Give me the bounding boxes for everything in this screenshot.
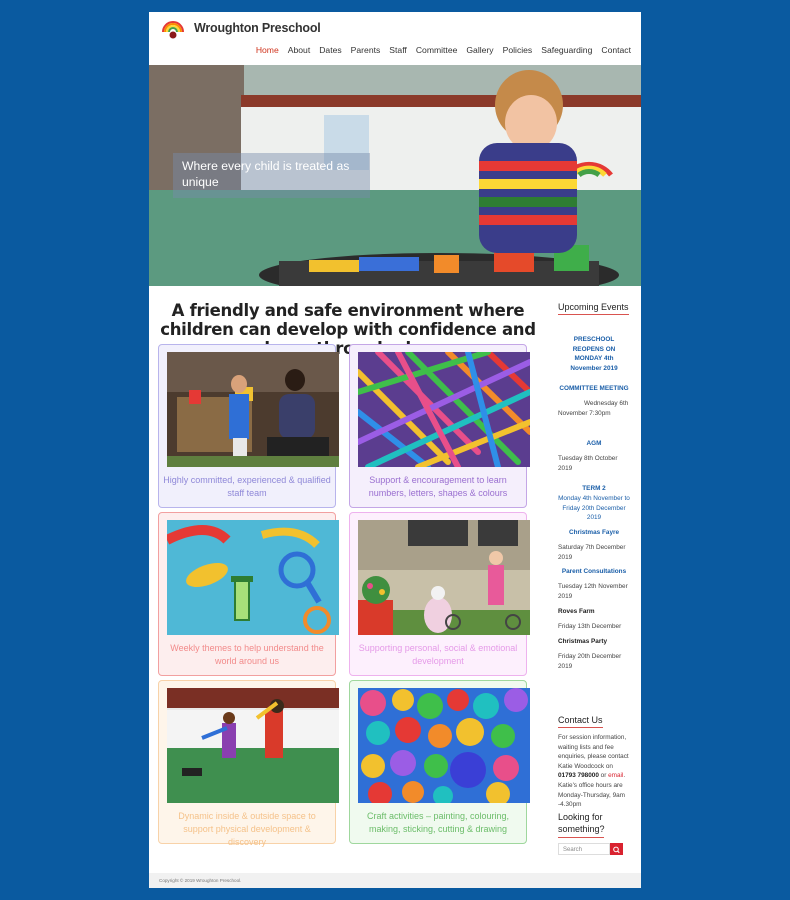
- event-title[interactable]: Roves Farm: [558, 607, 630, 617]
- nav-parents[interactable]: Parents: [351, 45, 381, 55]
- site-title[interactable]: Wroughton Preschool: [194, 21, 321, 35]
- search-heading: Looking for something?: [558, 811, 605, 838]
- event-date: Tuesday 8th October 2019: [558, 455, 618, 472]
- tile-photo-playground: [167, 688, 339, 803]
- feature-tile-staff[interactable]: Highly committed, experienced & qualifie…: [158, 344, 339, 508]
- page: Wroughton Preschool Home About Dates Par…: [149, 12, 641, 888]
- contact-heading: Contact Us: [558, 715, 603, 728]
- tile-caption: Dynamic inside & outside space to suppor…: [178, 811, 316, 847]
- event-title[interactable]: COMMITTEE MEETING: [558, 384, 630, 394]
- tile-caption: Supporting personal, social & emotional …: [358, 643, 518, 666]
- feature-tile-social[interactable]: Supporting personal, social & emotional …: [349, 512, 530, 676]
- event-title[interactable]: PRESCHOOL REOPENS ON MONDAY 4th November…: [558, 335, 630, 373]
- tile-caption: Weekly themes to help understand the wor…: [170, 643, 324, 666]
- hero-tagline: Where every child is treated as unique: [173, 153, 370, 198]
- tile-photo-magnifiers: [167, 520, 339, 635]
- event-date: Saturday 7th December 2019: [558, 544, 626, 561]
- event-date: Monday 4th November to Friday 20th Decem…: [558, 495, 630, 522]
- hero-slider[interactable]: Where every child is treated as unique: [149, 65, 641, 286]
- contact-text-part: or: [598, 772, 609, 780]
- nav-contact[interactable]: Contact: [601, 45, 631, 55]
- event-title[interactable]: AGM: [558, 439, 630, 449]
- footer: Copyright © 2019 Wroughton Preschool.: [149, 873, 641, 888]
- contact-text-part: For session information, waiting lists a…: [558, 734, 629, 770]
- contact-phone[interactable]: 01793 798000: [558, 772, 599, 779]
- nav-safeguarding[interactable]: Safeguarding: [541, 45, 592, 55]
- tile-photo-straws: [358, 352, 530, 467]
- tile-photo-buttons: [358, 688, 530, 803]
- contact-email-link[interactable]: email: [608, 772, 623, 779]
- event-date: Wednesday 6th November 7:30pm: [558, 400, 629, 417]
- nav-staff[interactable]: Staff: [389, 45, 407, 55]
- event-title[interactable]: Parent Consultations: [558, 567, 630, 577]
- search-icon: [613, 846, 620, 854]
- contact-text: For session information, waiting lists a…: [558, 733, 630, 810]
- tile-caption: Craft activities – painting, colouring, …: [366, 811, 510, 834]
- tile-photo-staff: [167, 352, 339, 467]
- main-nav: Home About Dates Parents Staff Committee…: [247, 45, 631, 55]
- feature-tile-physical[interactable]: Dynamic inside & outside space to suppor…: [158, 680, 339, 847]
- feature-tile-crafts[interactable]: Craft activities – painting, colouring, …: [349, 680, 530, 844]
- tile-photo-children-outside: [358, 520, 530, 635]
- event-title[interactable]: Christmas Fayre: [558, 528, 630, 538]
- upcoming-events-heading: Upcoming Events: [558, 302, 629, 315]
- nav-policies[interactable]: Policies: [503, 45, 533, 55]
- search-button[interactable]: [610, 843, 623, 855]
- nav-gallery[interactable]: Gallery: [466, 45, 493, 55]
- rainbow-logo-icon[interactable]: [161, 18, 185, 42]
- event-title[interactable]: TERM 2: [558, 484, 630, 494]
- nav-dates[interactable]: Dates: [319, 45, 341, 55]
- search-input[interactable]: Search: [558, 843, 610, 855]
- nav-home[interactable]: Home: [256, 45, 279, 55]
- nav-about[interactable]: About: [288, 45, 310, 55]
- event-date: Friday 20th December 2019: [558, 653, 622, 670]
- feature-tile-themes[interactable]: Weekly themes to help understand the wor…: [158, 512, 339, 676]
- event-date: Friday 13th December: [558, 623, 622, 630]
- event-date: Tuesday 12th November 2019: [558, 583, 628, 600]
- feature-tile-learning[interactable]: Support & encouragement to learn numbers…: [349, 344, 530, 508]
- nav-committee[interactable]: Committee: [416, 45, 458, 55]
- event-title[interactable]: Christmas Party: [558, 637, 630, 647]
- tile-caption: Highly committed, experienced & qualifie…: [163, 475, 331, 498]
- copyright-text: Copyright © 2019 Wroughton Preschool.: [159, 878, 242, 883]
- tile-caption: Support & encouragement to learn numbers…: [368, 475, 508, 498]
